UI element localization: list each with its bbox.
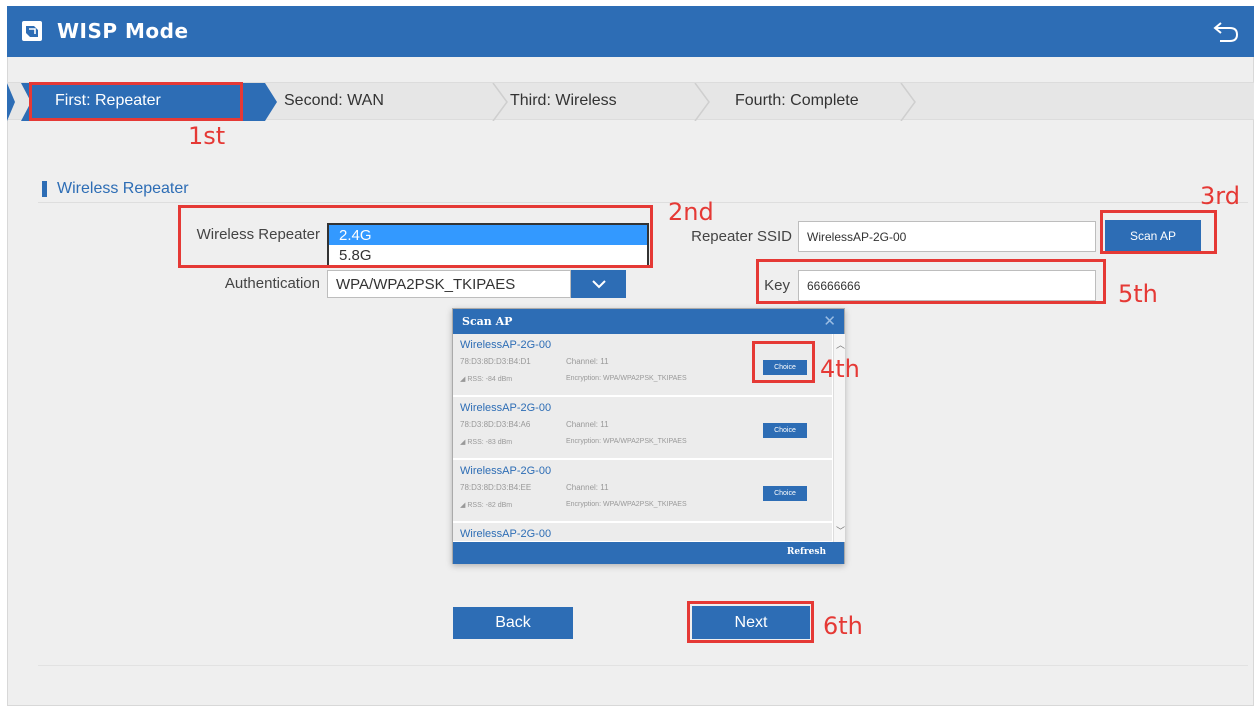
ap-enc-label: Encryption: xyxy=(566,375,602,382)
auth-dropdown-button[interactable] xyxy=(571,270,626,298)
ap-rss: ◢ RSS: -84 dBm xyxy=(460,375,512,383)
ap-rss-value: -82 dBm xyxy=(485,502,513,509)
annotation-label-2: 2nd xyxy=(668,198,714,226)
signal-icon: ◢ xyxy=(460,502,466,509)
ap-channel-value: 11 xyxy=(600,420,609,429)
ap-list-item[interactable]: WirelessAP-2G-00 78:D3:8D:D3:B4:EE Chann… xyxy=(453,460,832,522)
ap-rss: ◢ RSS: -82 dBm xyxy=(460,501,512,509)
ssid-value: WirelessAP-2G-00 xyxy=(807,229,907,244)
signal-icon: ◢ xyxy=(460,439,466,446)
ap-enc-value: WPA/WPA2PSK_TKIPAES xyxy=(602,375,687,382)
annotation-label-3: 3rd xyxy=(1200,182,1240,210)
annotation-box-5 xyxy=(756,259,1106,304)
annotation-label-6: 6th xyxy=(823,612,863,640)
ap-rss-label: RSS: xyxy=(467,376,484,383)
auth-select[interactable]: WPA/WPA2PSK_TKIPAES xyxy=(327,270,571,298)
annotation-box-1 xyxy=(29,82,243,121)
ssid-label: Repeater SSID xyxy=(691,228,792,245)
ap-list-item[interactable]: WirelessAP-2G-00 xyxy=(453,523,832,542)
annotation-label-1: 1st xyxy=(188,122,226,150)
ap-rss-label: RSS: xyxy=(467,502,484,509)
ap-channel-value: 11 xyxy=(600,483,609,492)
ap-rss: ◢ RSS: -83 dBm xyxy=(460,438,512,446)
ap-channel-label: Channel: xyxy=(566,357,599,366)
signal-icon: ◢ xyxy=(460,376,466,383)
section-marker xyxy=(42,181,47,197)
ap-ssid: WirelessAP-2G-00 xyxy=(460,465,552,477)
page-title: WISP Mode xyxy=(57,19,189,43)
ap-rss-label: RSS: xyxy=(467,439,484,446)
ap-enc-label: Encryption: xyxy=(566,438,602,445)
section-heading: Wireless Repeater xyxy=(42,180,189,198)
annotation-box-3 xyxy=(1100,210,1217,254)
annotation-box-2 xyxy=(178,205,653,268)
ap-ssid: WirelessAP-2G-00 xyxy=(460,339,552,351)
ap-ssid: WirelessAP-2G-00 xyxy=(460,402,552,414)
dialog-title: Scan AP xyxy=(462,315,513,328)
ap-mac: 78:D3:8D:D3:B4:A6 xyxy=(460,420,531,429)
ap-channel: Channel: 11 xyxy=(566,420,609,429)
ap-enc-value: WPA/WPA2PSK_TKIPAES xyxy=(602,501,687,508)
back-button[interactable]: Back xyxy=(453,607,573,639)
scroll-down-icon[interactable]: ﹀ xyxy=(836,524,845,537)
ap-ssid: WirelessAP-2G-00 xyxy=(460,528,552,540)
return-arrow-icon[interactable] xyxy=(1212,18,1240,44)
ap-rss-value: -83 dBm xyxy=(485,439,513,446)
annotation-box-4 xyxy=(752,341,815,383)
ap-mac: 78:D3:8D:D3:B4:EE xyxy=(460,483,532,492)
ap-channel: Channel: 11 xyxy=(566,357,609,366)
ap-rss-value: -84 dBm xyxy=(485,376,513,383)
ap-mac: 78:D3:8D:D3:B4:D1 xyxy=(460,357,531,366)
section-divider xyxy=(38,202,1248,203)
app-header: WISP Mode xyxy=(7,6,1254,57)
router-icon xyxy=(22,21,42,41)
ap-enc-label: Encryption: xyxy=(566,501,602,508)
dialog-header: Scan AP xyxy=(453,309,844,334)
step-third[interactable]: Third: Wireless xyxy=(510,92,617,110)
dialog-footer: Refresh xyxy=(453,542,844,564)
section-title: Wireless Repeater xyxy=(57,180,189,197)
ap-list-item[interactable]: WirelessAP-2G-00 78:D3:8D:D3:B4:A6 Chann… xyxy=(453,397,832,459)
step-second[interactable]: Second: WAN xyxy=(284,92,384,110)
auth-value: WPA/WPA2PSK_TKIPAES xyxy=(336,275,516,293)
ap-channel-label: Channel: xyxy=(566,483,599,492)
step-fourth[interactable]: Fourth: Complete xyxy=(735,92,859,110)
close-icon[interactable]: ✕ xyxy=(823,312,836,330)
chevron-down-icon xyxy=(591,280,606,289)
annotation-label-5: 5th xyxy=(1118,280,1158,308)
ap-encryption: Encryption: WPA/WPA2PSK_TKIPAES xyxy=(566,501,687,508)
footer-divider xyxy=(38,665,1248,666)
ap-encryption: Encryption: WPA/WPA2PSK_TKIPAES xyxy=(566,438,687,445)
choice-button[interactable]: Choice xyxy=(763,423,807,438)
scroll-up-icon[interactable]: ︿ xyxy=(836,338,845,351)
ssid-input[interactable]: WirelessAP-2G-00 xyxy=(798,221,1096,252)
annotation-label-4: 4th xyxy=(820,355,860,383)
ap-enc-value: WPA/WPA2PSK_TKIPAES xyxy=(602,438,687,445)
ap-encryption: Encryption: WPA/WPA2PSK_TKIPAES xyxy=(566,375,687,382)
annotation-box-6 xyxy=(687,601,814,643)
ap-channel-value: 11 xyxy=(600,357,609,366)
ap-channel-label: Channel: xyxy=(566,420,599,429)
refresh-button[interactable]: Refresh xyxy=(787,547,826,557)
auth-label: Authentication xyxy=(224,275,320,292)
choice-button[interactable]: Choice xyxy=(763,486,807,501)
ap-channel: Channel: 11 xyxy=(566,483,609,492)
